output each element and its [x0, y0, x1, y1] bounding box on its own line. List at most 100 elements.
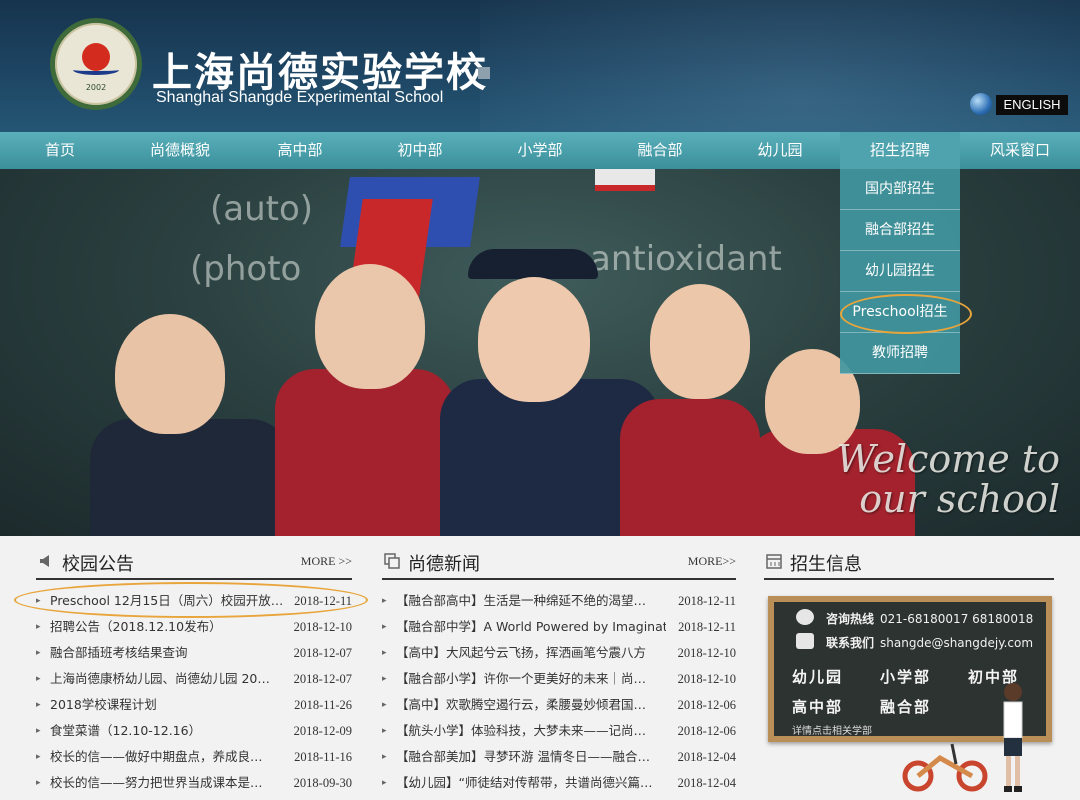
recruitment-dropdown: 国内部招生 融合部招生 幼儿园招生 Preschool招生 教师招聘 — [840, 169, 972, 374]
nav-item-primary-school[interactable]: 小学部 — [480, 132, 600, 169]
nav-item-recruitment[interactable]: 招生招聘 — [840, 132, 960, 169]
list-item[interactable]: ▸ 校长的信——努力把世界当成课本是… 2018-09-30 — [36, 770, 352, 796]
nav-item-overview[interactable]: 尚德概貌 — [120, 132, 240, 169]
list-item[interactable]: ▸ 食堂菜谱（12.10-12.16） 2018-12-09 — [36, 718, 352, 744]
globe-icon — [970, 93, 992, 115]
bullet-icon: ▸ — [36, 778, 41, 788]
bullet-icon: ▸ — [36, 700, 41, 710]
list-item[interactable]: ▸ Preschool 12月15日（周六）校园开放… 2018-12-11 — [36, 588, 352, 614]
item-date: 2018-12-09 — [293, 724, 352, 738]
bullet-icon: ▸ — [36, 726, 41, 736]
item-date: 2018-12-07 — [293, 646, 352, 660]
panel-header: 尚德新闻 MORE>> — [382, 548, 736, 580]
bullet-icon: ▸ — [382, 726, 387, 736]
item-title: 【融合部高中】生活是一种绵延不绝的渴望… — [396, 593, 647, 608]
announcement-list: ▸ Preschool 12月15日（周六）校园开放… 2018-12-11 ▸ 招聘… — [36, 588, 352, 796]
item-date: 2018-12-04 — [677, 750, 736, 764]
contact-line: 联系我们 shangde@shangdejy.com — [796, 633, 1033, 651]
list-item[interactable]: ▸ 【融合部中学】A World Powered by Imaginati… 201… — [382, 614, 736, 640]
item-date: 2018-12-06 — [677, 724, 736, 738]
item-date: 2018-09-30 — [293, 776, 352, 790]
more-link[interactable]: MORE>> — [688, 554, 736, 569]
child-figure — [90, 419, 290, 536]
english-button[interactable]: ENGLISH — [996, 95, 1068, 115]
panel-title: 校园公告 — [62, 554, 134, 575]
item-date: 2018-12-10 — [677, 646, 736, 660]
list-item[interactable]: ▸ 【幼儿园】“师徒结对传帮带，共谱尚德兴篇… 2018-12-04 — [382, 770, 736, 796]
school-logo[interactable]: 2002 — [50, 18, 142, 110]
list-item[interactable]: ▸ 【高中】欢歌腾空遏行云，柔腰曼妙倾君国… 2018-12-06 — [382, 692, 736, 718]
item-title: 上海尚德康桥幼儿园、尚德幼儿园 20… — [50, 671, 270, 686]
item-title: 融合部插班考核结果查询 — [50, 645, 188, 660]
item-date: 2018-12-06 — [677, 698, 736, 712]
item-date: 2018-12-10 — [677, 672, 736, 686]
child-figure — [478, 277, 590, 402]
item-date: 2018-12-11 — [294, 594, 352, 608]
item-title: 【融合部美加】寻梦环游 温情冬日——融合… — [396, 749, 650, 764]
mail-icon — [796, 633, 814, 649]
nav-item-middle-school[interactable]: 初中部 — [360, 132, 480, 169]
hotline-label: 咨询热线 — [826, 612, 875, 626]
dropdown-item-integration[interactable]: 融合部招生 — [840, 210, 960, 251]
list-item[interactable]: ▸ 【航头小学】体验科技，大梦未来——记尚… 2018-12-06 — [382, 718, 736, 744]
item-date: 2018-11-26 — [294, 698, 352, 712]
panel-header: 招生信息 — [764, 548, 1054, 580]
item-title: 【航头小学】体验科技，大梦未来——记尚… — [396, 723, 647, 738]
dropdown-item-kindergarten[interactable]: 幼儿园招生 — [840, 251, 960, 292]
panel-title: 招生信息 — [790, 554, 862, 575]
bullet-icon: ▸ — [382, 622, 387, 632]
school-name-en: Shanghai Shangde Experimental School — [156, 89, 444, 106]
list-item[interactable]: ▸ 上海尚德康桥幼儿园、尚德幼儿园 20… 2018-12-07 — [36, 666, 352, 692]
list-item[interactable]: ▸ 【融合部小学】许你一个更美好的未来｜尚… 2018-12-10 — [382, 666, 736, 692]
item-date: 2018-12-10 — [293, 620, 352, 634]
girl-figure-icon — [1003, 683, 1023, 792]
item-title: 2018学校课程计划 — [50, 697, 157, 712]
nav-item-gallery[interactable]: 风采窗口 — [960, 132, 1080, 169]
nav-item-high-school[interactable]: 高中部 — [240, 132, 360, 169]
item-title: 招聘公告（2018.12.10发布） — [50, 619, 222, 634]
site-header: 2002 上海尚德实验学校 Shanghai Shangde Experimen… — [0, 0, 1080, 132]
child-figure — [620, 399, 760, 536]
item-date: 2018-12-07 — [293, 672, 352, 686]
nav-item-home[interactable]: 首页 — [0, 132, 120, 169]
child-figure — [650, 284, 750, 399]
child-figure — [275, 369, 455, 536]
list-item[interactable]: ▸ 2018学校课程计划 2018-11-26 — [36, 692, 352, 718]
list-item[interactable]: ▸ 融合部插班考核结果查询 2018-12-07 — [36, 640, 352, 666]
more-link[interactable]: MORE >> — [301, 554, 352, 569]
list-item[interactable]: ▸ 校长的信——做好中期盘点，养成良… 2018-11-16 — [36, 744, 352, 770]
content-section: 校园公告 MORE >> ▸ Preschool 12月15日（周六）校园开放… 2… — [0, 536, 1080, 800]
item-title: 【高中】欢歌腾空遏行云，柔腰曼妙倾君国… — [396, 697, 647, 712]
chalk-text: (photo — [190, 249, 302, 289]
welcome-line: our school — [859, 477, 1060, 521]
news-panel: 尚德新闻 MORE>> ▸ 【融合部高中】生活是一种绵延不绝的渴望… 2018-12… — [382, 536, 736, 800]
dropdown-item-domestic[interactable]: 国内部招生 — [840, 169, 960, 210]
bullet-icon: ▸ — [36, 752, 41, 762]
link-kindergarten[interactable]: 幼儿园 — [792, 666, 843, 687]
bullet-icon: ▸ — [382, 700, 387, 710]
list-item[interactable]: ▸ 【融合部高中】生活是一种绵延不绝的渴望… 2018-12-11 — [382, 588, 736, 614]
flag-graphic — [595, 169, 655, 191]
item-title: 【融合部中学】A World Powered by Imaginati… — [396, 619, 666, 634]
item-title: 【融合部小学】许你一个更美好的未来｜尚… — [396, 671, 647, 686]
link-primary-school[interactable]: 小学部 — [880, 666, 931, 687]
nav-item-kindergarten[interactable]: 幼儿园 — [720, 132, 840, 169]
item-date: 2018-12-04 — [677, 776, 736, 790]
bullet-icon: ▸ — [36, 648, 41, 658]
nav-item-integration[interactable]: 融合部 — [600, 132, 720, 169]
welcome-text: Welcome to our school — [836, 439, 1060, 519]
bullet-icon: ▸ — [36, 596, 41, 606]
bullet-icon: ▸ — [382, 674, 387, 684]
hat-graphic — [468, 249, 598, 279]
main-nav: 首页 尚德概貌 高中部 初中部 小学部 融合部 幼儿园 招生招聘 风采窗口 — [0, 132, 1080, 169]
dropdown-item-teacher-recruitment[interactable]: 教师招聘 — [840, 333, 960, 374]
link-integration[interactable]: 融合部 — [880, 696, 931, 717]
link-high-school[interactable]: 高中部 — [792, 696, 843, 717]
dropdown-item-preschool[interactable]: Preschool招生 — [840, 292, 972, 334]
item-title: 校长的信——努力把世界当成课本是… — [50, 775, 263, 790]
list-item[interactable]: ▸ 【融合部美加】寻梦环游 温情冬日——融合… 2018-12-04 — [382, 744, 736, 770]
megaphone-icon — [40, 555, 49, 567]
list-item[interactable]: ▸ 招聘公告（2018.12.10发布） 2018-12-10 — [36, 614, 352, 640]
bullet-icon: ▸ — [36, 622, 41, 632]
list-item[interactable]: ▸ 【高中】大风起兮云飞扬，挥洒画笔兮震八方 2018-12-10 — [382, 640, 736, 666]
